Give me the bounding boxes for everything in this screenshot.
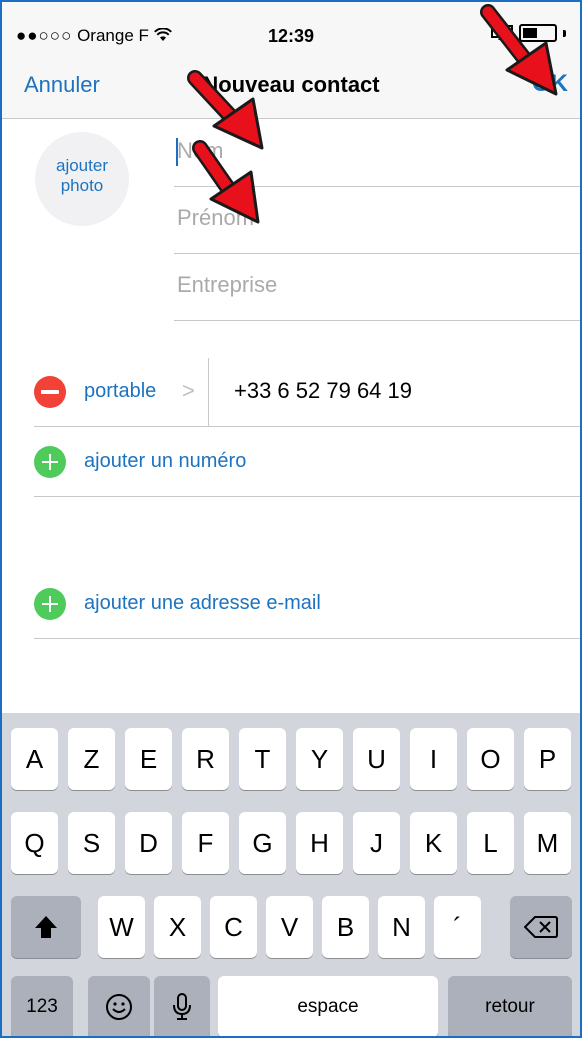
- add-photo-button[interactable]: ajouter photo: [35, 132, 129, 226]
- add-email-row[interactable]: ajouter une adresse e-mail: [34, 570, 580, 639]
- key-o[interactable]: O: [467, 728, 514, 790]
- divider: [208, 358, 209, 426]
- key-d[interactable]: D: [125, 812, 172, 874]
- shift-icon: [35, 916, 57, 938]
- key-t[interactable]: T: [239, 728, 286, 790]
- battery-tip: [563, 29, 566, 37]
- key-p[interactable]: P: [524, 728, 571, 790]
- key-c[interactable]: C: [210, 896, 257, 958]
- key-k[interactable]: K: [410, 812, 457, 874]
- keyboard: A Z E R T Y U I O P Q S D F G H J K L M …: [2, 713, 580, 1036]
- key-x[interactable]: X: [154, 896, 201, 958]
- screen-mirroring-icon: [491, 25, 513, 40]
- key-i[interactable]: I: [410, 728, 457, 790]
- first-name-placeholder: Prénom: [177, 205, 255, 230]
- key-f[interactable]: F: [182, 812, 229, 874]
- key-l[interactable]: L: [467, 812, 514, 874]
- phone-row: portable > +33 6 52 79 64 19: [34, 358, 580, 427]
- add-number-icon: [34, 446, 66, 478]
- emoji-icon: [106, 994, 132, 1020]
- key-m[interactable]: M: [524, 812, 571, 874]
- key-accent[interactable]: ´: [434, 896, 481, 958]
- dictation-key[interactable]: [154, 976, 210, 1036]
- key-g[interactable]: G: [239, 812, 286, 874]
- company-field[interactable]: Entreprise: [174, 254, 580, 321]
- key-z[interactable]: Z: [68, 728, 115, 790]
- key-u[interactable]: U: [353, 728, 400, 790]
- space-key[interactable]: espace: [218, 976, 438, 1036]
- page-title: Nouveau contact: [202, 72, 380, 97]
- ok-button[interactable]: OK: [532, 70, 568, 98]
- backspace-icon: [524, 916, 558, 938]
- numbers-key[interactable]: 123: [11, 976, 73, 1036]
- company-placeholder: Entreprise: [177, 272, 278, 297]
- add-number-row[interactable]: ajouter un numéro: [34, 428, 580, 497]
- navigation-bar: Annuler Nouveau contact OK: [2, 54, 580, 119]
- status-bar: ●●○○○ Orange F 12:39: [2, 2, 580, 54]
- key-e[interactable]: E: [125, 728, 172, 790]
- key-v[interactable]: V: [266, 896, 313, 958]
- add-email-label: ajouter une adresse e-mail: [84, 592, 321, 614]
- last-name-field[interactable]: Nom: [174, 120, 580, 187]
- first-name-field[interactable]: Prénom: [174, 187, 580, 254]
- backspace-key[interactable]: [510, 896, 572, 958]
- battery-icon: [519, 24, 557, 42]
- add-photo-label: ajouter photo: [35, 156, 129, 196]
- chevron-right-icon: >: [182, 378, 195, 403]
- add-number-label: ajouter un numéro: [84, 450, 247, 472]
- emoji-key[interactable]: [88, 976, 150, 1036]
- add-photo-label-line2: photo: [60, 176, 104, 195]
- key-a[interactable]: A: [11, 728, 58, 790]
- key-n[interactable]: N: [378, 896, 425, 958]
- key-j[interactable]: J: [353, 812, 400, 874]
- key-b[interactable]: B: [322, 896, 369, 958]
- key-h[interactable]: H: [296, 812, 343, 874]
- status-right: [491, 24, 566, 42]
- key-q[interactable]: Q: [11, 812, 58, 874]
- shift-key[interactable]: [11, 896, 81, 958]
- return-key[interactable]: retour: [448, 976, 572, 1036]
- add-email-icon: [34, 588, 66, 620]
- key-s[interactable]: S: [68, 812, 115, 874]
- add-photo-label-line1: ajouter: [56, 156, 108, 175]
- key-w[interactable]: W: [98, 896, 145, 958]
- delete-phone-icon[interactable]: [34, 376, 66, 408]
- key-r[interactable]: R: [182, 728, 229, 790]
- microphone-icon: [173, 993, 191, 1020]
- phone-label-button[interactable]: portable: [84, 380, 156, 403]
- key-y[interactable]: Y: [296, 728, 343, 790]
- phone-number-field[interactable]: +33 6 52 79 64 19: [234, 378, 412, 404]
- last-name-placeholder: Nom: [177, 138, 224, 163]
- screen: ●●○○○ Orange F 12:39 Annuler Nouveau con…: [0, 0, 582, 1038]
